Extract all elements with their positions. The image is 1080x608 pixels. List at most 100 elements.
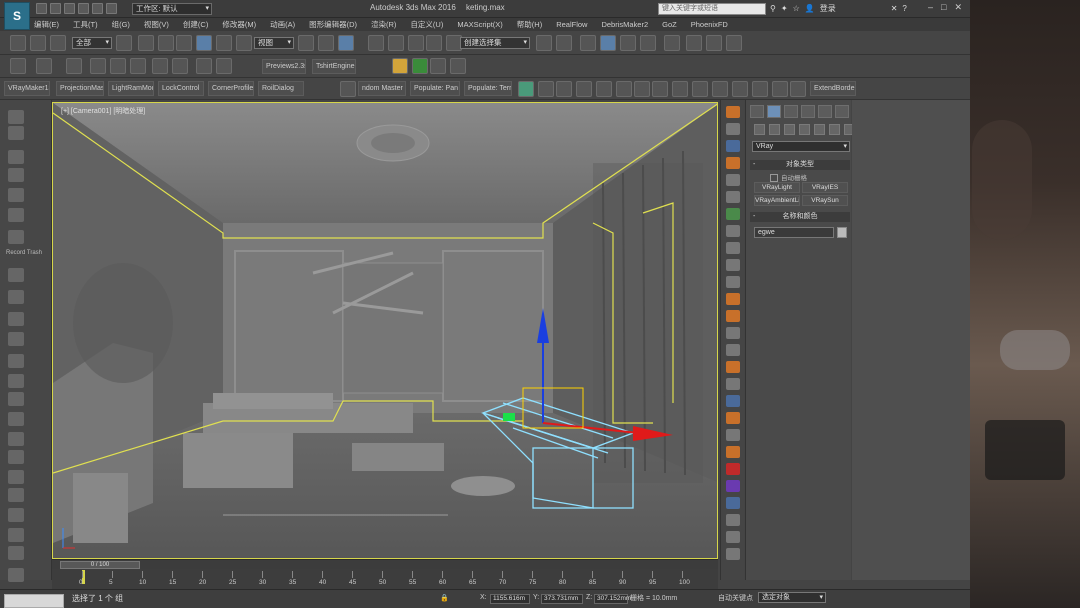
select-by-name-icon[interactable] [138, 35, 154, 51]
sphere-light-icon[interactable] [518, 81, 534, 97]
plugin-strip-icon[interactable] [726, 276, 740, 288]
plugin-strip-icon[interactable] [726, 293, 740, 305]
lasso-icon[interactable] [152, 58, 168, 74]
time-slider[interactable]: 0 / 100 [60, 561, 140, 569]
plugin-strip-icon[interactable] [726, 123, 740, 135]
menu-item[interactable]: 编辑(E) [34, 19, 59, 30]
maximize-icon[interactable]: □ [941, 2, 946, 13]
vray-cube-icon[interactable] [672, 81, 688, 97]
y-coordinate-field[interactable]: 373.731mm [541, 594, 583, 604]
vray-frame-icon[interactable] [692, 81, 708, 97]
modify-tab-icon[interactable] [767, 105, 781, 118]
bind-spacewarp-icon[interactable] [50, 35, 66, 51]
minimize-icon[interactable]: – [928, 2, 933, 13]
menu-item[interactable]: 自定义(U) [410, 19, 443, 30]
tool-icon[interactable] [430, 58, 446, 74]
name-color-rollout[interactable]: 名称和颜色 [750, 212, 850, 222]
menu-item[interactable]: GoZ [662, 20, 677, 29]
close-icon[interactable]: ✕ [954, 2, 962, 13]
menu-item[interactable]: 修改器(M) [222, 19, 256, 30]
create-tab-icon[interactable] [750, 105, 764, 118]
shirt-icon[interactable] [110, 58, 126, 74]
rendered-frame-icon[interactable] [706, 35, 722, 51]
plugin-strip-icon[interactable] [726, 344, 740, 356]
left-tool-icon[interactable] [8, 488, 24, 502]
plugin-strip-icon[interactable] [726, 514, 740, 526]
plugin-button[interactable]: LockControl [158, 81, 204, 96]
rect-select-icon[interactable] [158, 35, 174, 51]
vray-bottle-icon[interactable] [634, 81, 650, 97]
vray-eye-icon[interactable] [772, 81, 788, 97]
left-tool-icon[interactable] [8, 332, 24, 346]
plugin-button[interactable]: Populate: Pan [410, 81, 460, 96]
toolbar-slot-icon[interactable] [10, 58, 26, 74]
toolbar-text-button[interactable]: TshirtEngine [312, 59, 356, 74]
frame-icon[interactable] [216, 58, 232, 74]
menu-item[interactable]: 渲染(R) [371, 19, 396, 30]
sun-icon[interactable] [538, 81, 554, 97]
menu-item[interactable]: MAXScript(X) [457, 20, 502, 29]
helpers-icon[interactable] [814, 124, 825, 135]
menu-item[interactable]: PhoenixFD [691, 20, 728, 29]
x-coordinate-field[interactable]: 1155.616m [490, 594, 530, 604]
vraysun-button[interactable]: VRaySun [802, 195, 848, 206]
menu-item[interactable]: DebrisMaker2 [601, 20, 648, 29]
vrayies-button[interactable]: VRayIES [802, 182, 848, 193]
exchange-icon[interactable]: ✕ [891, 4, 898, 13]
percent-snap-icon[interactable] [408, 35, 424, 51]
select-object-icon[interactable] [116, 35, 132, 51]
plugin-strip-icon[interactable] [726, 395, 740, 407]
plugin-strip-icon[interactable] [726, 140, 740, 152]
plugin-strip-icon[interactable] [726, 106, 740, 118]
pivot-center-icon[interactable] [298, 35, 314, 51]
left-tool-icon[interactable] [8, 354, 24, 368]
camera-viewport[interactable]: [+] [Camera001] [明暗处理] [52, 102, 718, 559]
vray-lamp-icon[interactable] [616, 81, 632, 97]
angle-snap-icon[interactable] [388, 35, 404, 51]
left-tool-icon[interactable] [8, 528, 24, 542]
viewport-label[interactable]: [+] [Camera001] [明暗处理] [61, 106, 145, 116]
material-editor-icon[interactable] [664, 35, 680, 51]
key-filter-dropdown[interactable]: 选定对象 [758, 592, 826, 603]
display-tab-icon[interactable] [818, 105, 832, 118]
menu-item[interactable]: 帮助(H) [517, 19, 542, 30]
menu-item[interactable]: 图形编辑器(D) [309, 19, 357, 30]
rotate-icon[interactable] [216, 35, 232, 51]
forest-pack-icon[interactable] [392, 58, 408, 74]
geometry-icon[interactable] [754, 124, 765, 135]
workspace-dropdown[interactable]: 工作区: 默认 [132, 3, 212, 15]
vraylight-button[interactable]: VRayLight [754, 182, 800, 193]
lock-selection-icon[interactable]: 🔒 [440, 594, 449, 602]
spinner-snap-icon[interactable] [426, 35, 442, 51]
plugin-strip-icon[interactable] [726, 480, 740, 492]
plugin-strip-icon[interactable] [726, 531, 740, 543]
left-tool-icon[interactable] [8, 470, 24, 484]
z-coordinate-field[interactable]: 307.152mm [594, 594, 631, 604]
lights-icon[interactable] [784, 124, 795, 135]
left-tool-icon[interactable] [8, 546, 24, 560]
named-selection-dropdown[interactable]: 创建选择集 [460, 37, 530, 49]
mirror-icon[interactable] [536, 35, 552, 51]
left-tool-icon[interactable] [8, 230, 24, 244]
left-tool-icon[interactable] [8, 150, 24, 164]
left-tool-icon[interactable] [8, 188, 24, 202]
left-tool-icon[interactable] [8, 450, 24, 464]
plugin-strip-icon[interactable] [726, 242, 740, 254]
wand-icon[interactable] [130, 58, 146, 74]
left-tool-icon[interactable] [8, 412, 24, 426]
plugin-strip-icon[interactable] [726, 208, 740, 220]
auto-key-button[interactable]: 自动关键点 [718, 593, 753, 603]
vrayambientlight-button[interactable]: VRayAmbientLigh [754, 195, 800, 206]
left-tool-icon[interactable] [8, 126, 24, 140]
left-tool-icon[interactable] [8, 568, 24, 582]
toolbar-slot-icon[interactable] [36, 58, 52, 74]
plugin-strip-icon[interactable] [726, 327, 740, 339]
object-type-rollout[interactable]: 对象类型 [750, 160, 850, 170]
render-production-icon[interactable] [726, 35, 742, 51]
vray-box-icon[interactable] [732, 81, 748, 97]
motion-tab-icon[interactable] [801, 105, 815, 118]
binoculars-icon[interactable]: ⚲ [770, 4, 776, 13]
save-icon[interactable] [64, 3, 75, 14]
render-setup-icon[interactable] [686, 35, 702, 51]
new-file-icon[interactable] [36, 3, 47, 14]
